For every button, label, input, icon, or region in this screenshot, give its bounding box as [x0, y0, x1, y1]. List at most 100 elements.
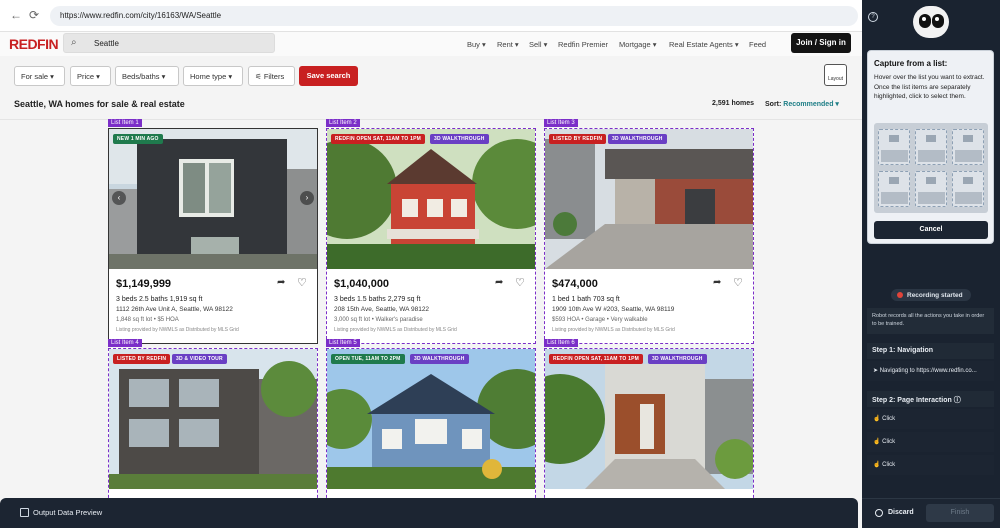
- home-type-dropdown[interactable]: Home type ▾: [183, 66, 243, 86]
- filters-label: Filters: [263, 72, 285, 81]
- nav-redfin-premier[interactable]: Redfin Premier: [558, 40, 608, 49]
- list-item-tag: List Item 1: [108, 119, 142, 127]
- click-action-row[interactable]: ☝ Click: [867, 455, 994, 475]
- next-photo-icon[interactable]: ›: [300, 191, 314, 205]
- nav-agents[interactable]: Real Estate Agents ▾: [669, 40, 739, 49]
- layout-button[interactable]: Layout: [824, 64, 847, 86]
- address-bar-area: ← ⟳ https://www.redfin.com/city/16163/WA…: [0, 0, 862, 32]
- listing-photo[interactable]: LISTED BY REDFIN 3D & VIDEO TOUR: [109, 349, 317, 489]
- listing-photo[interactable]: REDFIN OPEN SAT, 11AM TO 1PM 3D WALKTHRO…: [545, 349, 753, 489]
- list-illustration: [874, 123, 988, 213]
- robot-eyes-icon: [913, 6, 949, 38]
- search-box[interactable]: ⌕ Seattle: [63, 33, 275, 53]
- share-icon[interactable]: ➦: [495, 277, 503, 288]
- listing-badge: LISTED BY REDFIN: [113, 354, 171, 364]
- listing-photo[interactable]: OPEN TUE, 11AM TO 2PM 3D WALKTHROUGH: [327, 349, 535, 489]
- heart-icon[interactable]: ♡: [733, 276, 743, 289]
- listing-card[interactable]: REDFIN OPEN SAT, 11AM TO 1PM 3D WALKTHRO…: [544, 348, 754, 508]
- prev-photo-icon[interactable]: ‹: [112, 191, 126, 205]
- site-header: REDFIN ⌕ Seattle Buy ▾ Rent ▾ Sell ▾ Red…: [0, 32, 862, 56]
- discard-button[interactable]: Discard: [872, 506, 922, 520]
- record-dot-icon: [897, 292, 903, 298]
- listing-address[interactable]: 208 15th Ave, Seattle, WA 98122: [334, 306, 429, 313]
- listing-provider: Listing provided by NWMLS as Distributed…: [552, 327, 675, 333]
- sort-value[interactable]: Recommended ▾: [783, 101, 839, 108]
- cursor-icon: ☝: [873, 439, 883, 445]
- listing-address[interactable]: 1909 10th Ave W #203, Seattle, WA 98119: [552, 306, 674, 313]
- listing-extra: $593 HOA • Garage • Very walkable: [552, 317, 648, 323]
- heart-icon[interactable]: ♡: [515, 276, 525, 289]
- filter-bar: For sale ▾ Price ▾ Beds/baths ▾ Home typ…: [0, 56, 862, 96]
- click-action-row[interactable]: ☝ Click: [867, 409, 994, 429]
- for-sale-dropdown[interactable]: For sale ▾: [14, 66, 65, 86]
- list-item-tag: List Item 6: [544, 339, 578, 347]
- navigation-text: Navigating to https://www.redfin.co...: [879, 368, 977, 374]
- heart-icon[interactable]: ♡: [297, 276, 307, 289]
- listing-extra: 3,000 sq ft lot • Walker's paradise: [334, 317, 423, 323]
- reload-icon[interactable]: ⟳: [29, 8, 39, 22]
- search-input[interactable]: Seattle: [94, 39, 119, 48]
- listing-badge: 3D WALKTHROUGH: [648, 354, 707, 364]
- join-sign-in-button[interactable]: Join / Sign in: [791, 33, 851, 53]
- step-2-label: Step 2: Page Interaction: [872, 397, 952, 404]
- nav-sell[interactable]: Sell ▾: [529, 40, 547, 49]
- capture-title: Capture from a list:: [874, 59, 948, 68]
- sort-control[interactable]: Sort: Recommended ▾: [765, 100, 839, 108]
- back-icon[interactable]: ←: [10, 8, 22, 22]
- beds-baths-dropdown[interactable]: Beds/baths ▾: [115, 66, 179, 86]
- step-2-header[interactable]: Step 2: Page Interaction ⓘ: [867, 391, 994, 407]
- output-data-preview-label: Output Data Preview: [33, 508, 103, 517]
- listing-address[interactable]: 1112 26th Ave Unit A, Seattle, WA 98122: [116, 306, 233, 313]
- results-header: Seattle, WA homes for sale & real estate…: [0, 96, 862, 120]
- navigate-icon: ➤: [873, 368, 880, 374]
- redfin-logo[interactable]: REDFIN: [9, 36, 59, 52]
- listing-card[interactable]: LISTED BY REDFIN 3D WALKTHROUGH $474,000…: [544, 128, 754, 344]
- step-1-header[interactable]: Step 1: Navigation: [867, 343, 994, 359]
- layout-label: Layout: [827, 76, 843, 82]
- help-icon[interactable]: ?: [868, 12, 878, 22]
- listing-badge: 3D WALKTHROUGH: [410, 354, 469, 364]
- step-navigation-row[interactable]: ➤ Navigating to https://www.redfin.co...: [867, 361, 994, 381]
- listing-specs: 1 bed 1 bath 703 sq ft: [552, 296, 620, 303]
- click-label: Click: [882, 439, 896, 445]
- finish-button[interactable]: Finish: [926, 504, 994, 522]
- cancel-button[interactable]: Cancel: [874, 221, 988, 239]
- discard-icon: [875, 509, 883, 517]
- listing-badge: NEW 1 MIN AGO: [113, 134, 163, 144]
- nav-rent[interactable]: Rent ▾: [497, 40, 519, 49]
- listing-card[interactable]: REDFIN OPEN SAT, 11AM TO 1PM 3D WALKTHRO…: [326, 128, 536, 344]
- listing-card[interactable]: NEW 1 MIN AGO ‹ › $1,149,999 ➦ ♡ 3 beds …: [108, 128, 318, 344]
- recording-status: Recording started: [891, 289, 971, 301]
- nav-mortgage[interactable]: Mortgage ▾: [619, 40, 657, 49]
- filters-button[interactable]: ⚟ Filters: [248, 66, 295, 86]
- price-dropdown[interactable]: Price ▾: [70, 66, 111, 86]
- share-icon[interactable]: ➦: [277, 277, 285, 288]
- recording-label: Recording started: [907, 292, 963, 299]
- listing-specs: 3 beds 1.5 baths 2,279 sq ft: [334, 296, 421, 303]
- list-item-tag: List Item 2: [326, 119, 360, 127]
- listing-badge: REDFIN OPEN SAT, 11AM TO 1PM: [549, 354, 643, 364]
- discard-label: Discard: [888, 509, 914, 516]
- url-input[interactable]: https://www.redfin.com/city/16163/WA/Sea…: [50, 6, 858, 26]
- cursor-icon: ☝: [873, 416, 883, 422]
- listing-provider: Listing provided by NWMLS as Distributed…: [116, 327, 239, 333]
- search-icon: ⌕: [71, 37, 77, 48]
- listing-badge: OPEN TUE, 11AM TO 2PM: [331, 354, 405, 364]
- output-data-preview-bar[interactable]: Output Data Preview: [0, 498, 858, 528]
- results-count: 2,591 homes: [712, 100, 755, 107]
- listing-photo[interactable]: REDFIN OPEN SAT, 11AM TO 1PM 3D WALKTHRO…: [327, 129, 535, 269]
- listing-badge: REDFIN OPEN SAT, 11AM TO 1PM: [331, 134, 425, 144]
- click-action-row[interactable]: ☝ Click: [867, 432, 994, 452]
- listing-photo[interactable]: LISTED BY REDFIN 3D WALKTHROUGH: [545, 129, 753, 269]
- info-icon[interactable]: ⓘ: [954, 397, 961, 404]
- nav-feed[interactable]: Feed: [749, 40, 766, 49]
- share-icon[interactable]: ➦: [713, 277, 721, 288]
- listing-card[interactable]: OPEN TUE, 11AM TO 2PM 3D WALKTHROUGH: [326, 348, 536, 508]
- capture-list-card: Capture from a list: Hover over the list…: [867, 50, 994, 244]
- save-search-button[interactable]: Save search: [299, 66, 358, 86]
- listing-photo[interactable]: NEW 1 MIN AGO ‹ ›: [109, 129, 317, 269]
- nav-buy[interactable]: Buy ▾: [467, 40, 486, 49]
- listing-card[interactable]: LISTED BY REDFIN 3D & VIDEO TOUR: [108, 348, 318, 508]
- listing-badge: 3D WALKTHROUGH: [430, 134, 489, 144]
- cursor-icon: ☝: [873, 462, 883, 468]
